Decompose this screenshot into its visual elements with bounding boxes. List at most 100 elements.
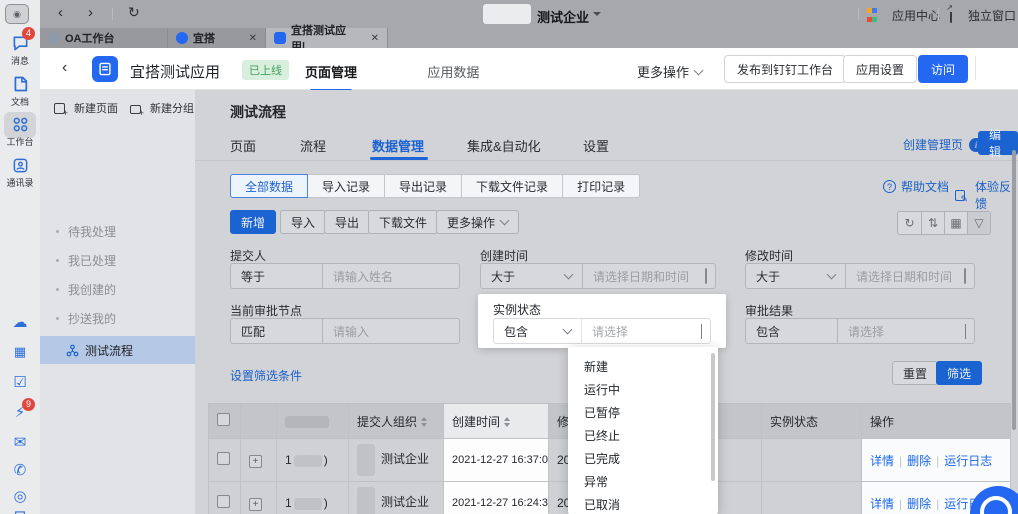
rail-item-contacts[interactable]: 通讯录 <box>0 155 40 189</box>
detail-link[interactable]: 详情 <box>870 497 894 511</box>
refresh-table-icon[interactable]: ↻ <box>898 212 921 234</box>
new-page-button[interactable]: + 新建页面 <box>54 100 118 118</box>
rail-item-mail[interactable]: ✉ <box>0 432 40 452</box>
detail-link[interactable]: 详情 <box>870 454 894 468</box>
new-group-button[interactable]: + 新建分组 <box>130 100 194 118</box>
org-caret-icon[interactable] <box>593 12 601 16</box>
select-all-checkbox[interactable] <box>217 413 230 426</box>
rail-item-circle-app[interactable]: ◎ <box>0 486 40 506</box>
expand-row-icon[interactable]: + <box>249 454 262 468</box>
sidebar-item-cc-me[interactable]: 抄送我的 <box>40 305 195 331</box>
app-settings-button[interactable]: 应用设置 <box>843 55 918 83</box>
tab-data-management[interactable]: 数据管理 <box>372 136 424 155</box>
apply-filter-button[interactable]: 筛选 <box>936 361 983 385</box>
sort-icon[interactable] <box>421 417 428 428</box>
rail-item-phone[interactable]: ✆ <box>0 460 40 480</box>
tab-pages[interactable]: 页面 <box>230 136 256 155</box>
option-terminated[interactable]: 已终止 <box>568 424 718 447</box>
data-tab-all[interactable]: 全部数据 <box>230 174 309 198</box>
data-tab-export[interactable]: 导出记录 <box>385 174 463 198</box>
rail-item-drive[interactable]: ☁ <box>0 312 40 332</box>
data-tab-import[interactable]: 导入记录 <box>308 174 386 198</box>
sort-icon[interactable] <box>504 417 511 428</box>
more-operations-button[interactable]: 更多操作 <box>436 210 520 234</box>
expand-row-icon[interactable]: + <box>249 497 262 511</box>
modified-date-input[interactable]: 请选择日期和时间 <box>846 268 964 285</box>
created-operator[interactable]: 大于 <box>481 264 583 288</box>
help-docs-link[interactable]: ? 帮助文档 <box>883 178 949 195</box>
chevron-down-icon[interactable] <box>965 324 974 339</box>
created-date-input[interactable]: 请选择日期和时间 <box>583 268 705 285</box>
calendar-picker-icon[interactable] <box>964 268 974 284</box>
rail-item-workbench[interactable]: 工作台 <box>0 114 40 148</box>
standalone-window-link[interactable]: 独立窗口 <box>968 7 1016 24</box>
tab-flows[interactable]: 流程 <box>300 136 326 155</box>
option-running[interactable]: 运行中 <box>568 378 718 401</box>
back-arrow-icon[interactable]: ‹ <box>62 59 67 77</box>
row-checkbox[interactable] <box>217 452 230 465</box>
rail-item-calendar[interactable]: ▦ <box>0 342 40 362</box>
rail-item-box[interactable]: ⊟ <box>0 506 40 514</box>
configure-filters-link[interactable]: 设置筛选条件 <box>230 367 302 384</box>
option-paused[interactable]: 已暂停 <box>568 401 718 424</box>
dropdown-scrollbar[interactable] <box>711 353 715 481</box>
node-input[interactable]: 请输入 <box>323 323 459 340</box>
result-select[interactable]: 请选择 <box>838 323 965 340</box>
tab-close-icon[interactable]: ✕ <box>371 33 379 44</box>
nav-forward-icon[interactable]: › <box>88 5 93 20</box>
more-actions-dropdown[interactable]: 更多操作 <box>637 62 704 81</box>
delete-link[interactable]: 删除 <box>907 497 931 511</box>
sidebar-item-pending[interactable]: 待我处理 <box>40 218 195 244</box>
tab-close-icon[interactable]: ✕ <box>249 33 257 44</box>
download-file-button[interactable]: 下载文件 <box>368 210 439 234</box>
visit-button[interactable]: 访问 <box>918 55 969 83</box>
import-button[interactable]: 导入 <box>280 210 327 234</box>
submitter-input[interactable]: 请输入姓名 <box>323 268 459 285</box>
tab-yida[interactable]: 宜搭 ✕ <box>168 28 266 48</box>
status-operator[interactable]: 包含 <box>494 319 582 343</box>
tab-settings[interactable]: 设置 <box>583 136 609 155</box>
org-name[interactable]: 测试企业 <box>537 7 589 26</box>
delete-link[interactable]: 删除 <box>907 454 931 468</box>
rail-item-flash[interactable]: ⚡ 9 <box>0 398 40 422</box>
nav-back-icon[interactable]: ‹ <box>58 5 63 20</box>
data-tab-download[interactable]: 下载文件记录 <box>462 174 564 198</box>
row-checkbox[interactable] <box>217 495 230 508</box>
sort-icon[interactable]: ⇅ <box>921 212 944 234</box>
filter-funnel-icon[interactable]: ▽ <box>967 212 990 234</box>
feedback-link[interactable]: ✎ 体验反馈 <box>955 178 1018 212</box>
chevron-up-icon[interactable] <box>701 324 710 339</box>
tab-page-management[interactable]: 页面管理 <box>305 65 357 80</box>
modified-operator[interactable]: 大于 <box>746 264 846 288</box>
export-button[interactable]: 导出 <box>324 210 371 234</box>
publish-button[interactable]: 发布到钉钉工作台 <box>724 55 847 83</box>
refresh-icon[interactable]: ↻ <box>128 5 140 19</box>
sidebar-item-processed[interactable]: 我已处理 <box>40 247 195 273</box>
status-select[interactable]: 请选择 <box>582 323 701 340</box>
option-cancelled[interactable]: 已取消 <box>568 493 718 514</box>
columns-icon[interactable]: ▦ <box>944 212 967 234</box>
tab-app-data[interactable]: 应用数据 <box>427 65 479 80</box>
option-error[interactable]: 异常 <box>568 470 718 493</box>
data-tab-print[interactable]: 打印记录 <box>563 174 641 198</box>
sidebar-item-test-flow[interactable]: 测试流程 <box>40 336 195 364</box>
rail-item-docs[interactable]: 文档 <box>0 74 40 108</box>
add-button[interactable]: 新增 <box>230 210 277 234</box>
app-center-link[interactable]: 应用中心 <box>892 7 940 24</box>
page-scrollbar[interactable] <box>1012 150 1016 430</box>
dingtalk-logo[interactable]: ◉ <box>5 4 29 24</box>
node-operator[interactable]: 匹配 <box>231 319 323 343</box>
reset-button[interactable]: 重置 <box>892 361 939 385</box>
run-log-link[interactable]: 运行日志 <box>944 454 992 468</box>
sidebar-item-created-by-me[interactable]: 我创建的 <box>40 276 195 302</box>
rail-item-messages[interactable]: 消息 4 <box>0 27 40 67</box>
rail-item-todo[interactable]: ☑ <box>0 372 40 392</box>
tab-oa-workbench[interactable]: OA工作台 <box>40 28 168 48</box>
result-operator[interactable]: 包含 <box>746 319 838 343</box>
create-admin-page-link[interactable]: 创建管理页 i <box>903 136 984 153</box>
tab-yida-test-app[interactable]: 宜搭测试应用|... ✕ <box>266 25 388 53</box>
option-completed[interactable]: 已完成 <box>568 447 718 470</box>
tab-integration[interactable]: 集成&自动化 <box>467 136 541 155</box>
option-new[interactable]: 新建 <box>568 355 718 378</box>
calendar-picker-icon[interactable] <box>705 268 715 284</box>
